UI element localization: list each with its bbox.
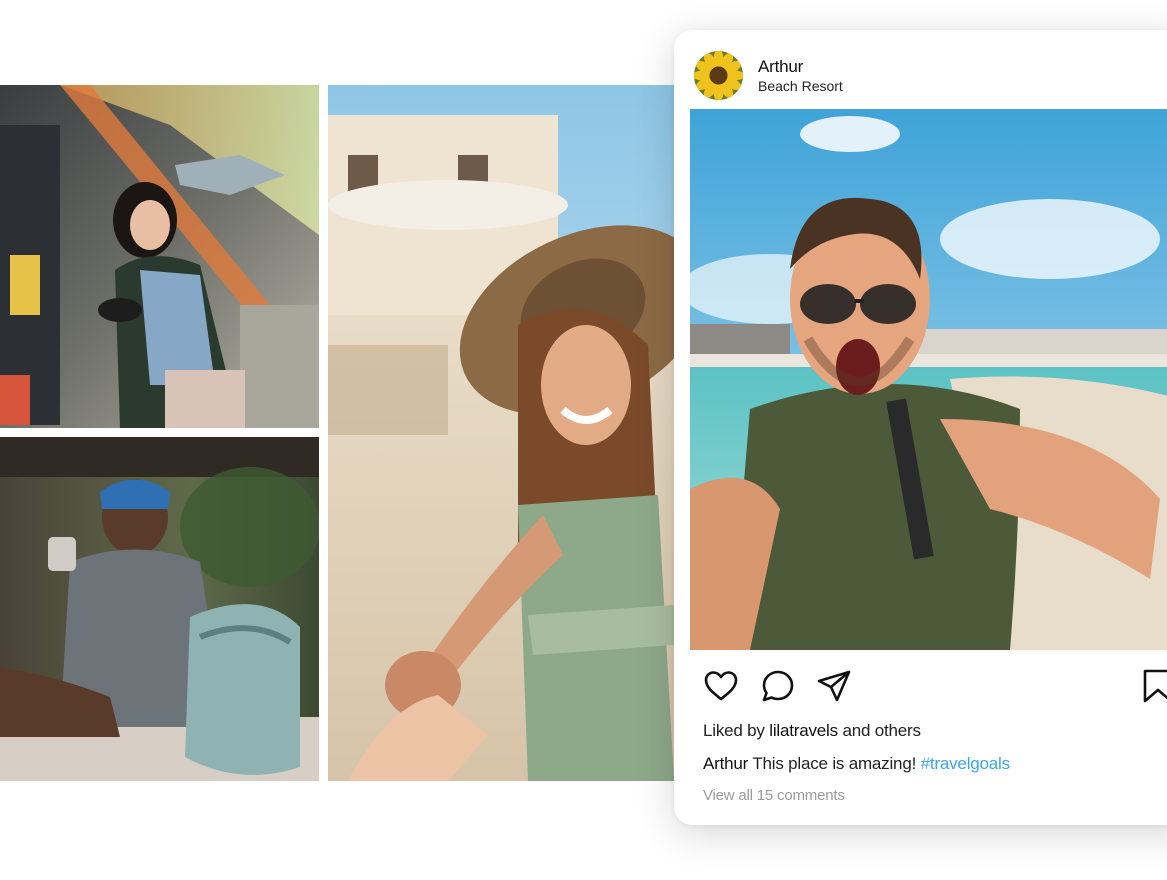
- heart-icon[interactable]: [702, 667, 740, 705]
- paper-plane-icon[interactable]: [815, 667, 853, 705]
- post-location[interactable]: Beach Resort: [758, 78, 843, 94]
- view-comments-link[interactable]: View all 15 comments: [703, 787, 845, 804]
- avatar[interactable]: [694, 51, 743, 100]
- hat-woman-photo: [328, 85, 674, 781]
- bookmark-icon[interactable]: [1139, 667, 1167, 705]
- post-actions: [702, 667, 1167, 707]
- post-username[interactable]: Arthur: [758, 57, 803, 77]
- post-card: Arthur Beach Resort Liked by lilatravels…: [674, 30, 1167, 825]
- caption-username[interactable]: Arthur: [703, 754, 748, 773]
- caption-text: This place is amazing!: [752, 754, 917, 773]
- post-header: Arthur Beach Resort: [694, 50, 1094, 100]
- caption: Arthur This place is amazing! #travelgoa…: [703, 754, 1010, 774]
- cafe-photo: [0, 437, 319, 781]
- likes-suffix: and others: [842, 721, 921, 740]
- likes-prefix: Liked by: [703, 721, 765, 740]
- likes-text: Liked by lilatravels and others: [703, 721, 921, 741]
- hashtag-link[interactable]: #travelgoals: [921, 754, 1010, 773]
- post-image[interactable]: [690, 109, 1167, 650]
- market-photo: [0, 85, 319, 428]
- comment-bubble-icon[interactable]: [759, 667, 797, 705]
- liked-by-user-link[interactable]: lilatravels: [769, 721, 838, 740]
